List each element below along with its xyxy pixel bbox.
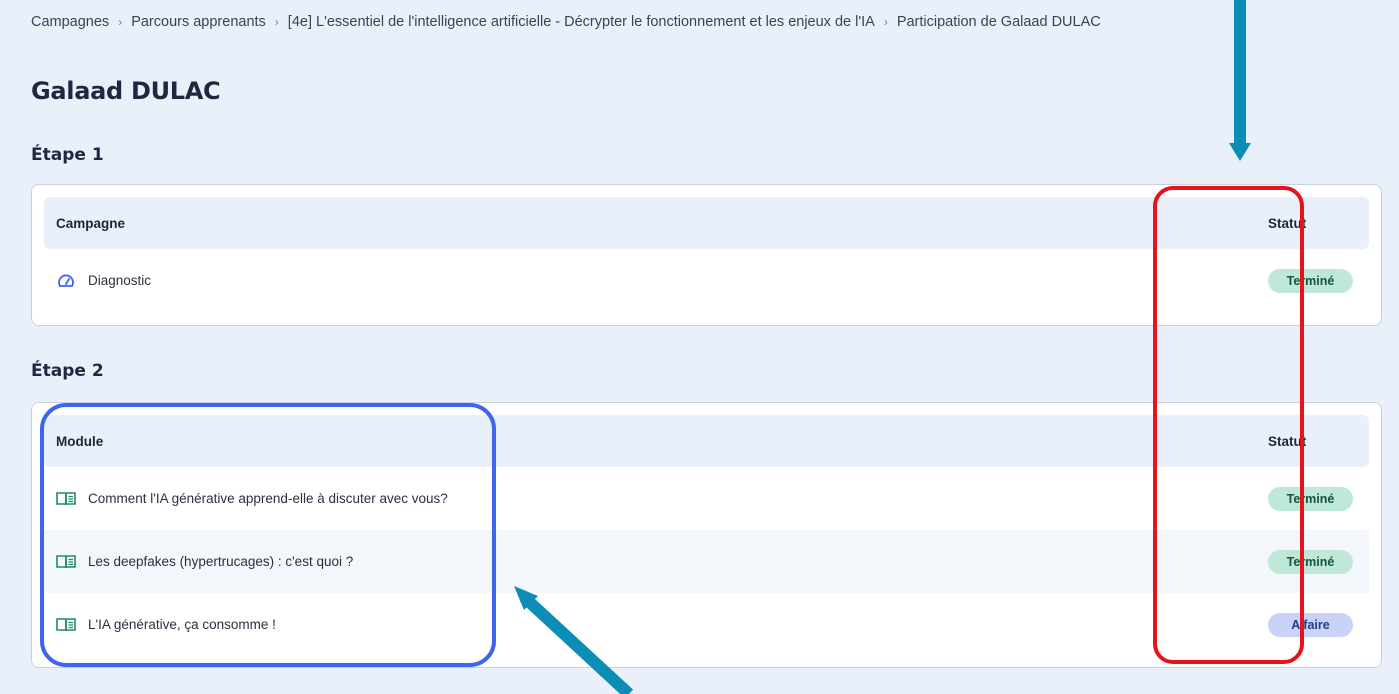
column-header-campagne: Campagne (56, 215, 126, 231)
step2-title: Étape 2 (31, 361, 104, 381)
breadcrumb-current: Participation de Galaad DULAC (896, 14, 1101, 30)
step1-title: Étape 1 (31, 145, 104, 165)
annotation-arrow-down (1229, 0, 1251, 161)
breadcrumb-separator: › (118, 15, 123, 29)
breadcrumb-separator: › (883, 15, 888, 29)
annotation-red-highlight (1153, 186, 1304, 664)
breadcrumb: Campagnes › Parcours apprenants › [4e] L… (31, 14, 1101, 30)
breadcrumb-campagnes[interactable]: Campagnes (31, 14, 109, 30)
breadcrumb-parcours-name[interactable]: [4e] L'essentiel de l'intelligence artif… (288, 14, 875, 30)
campaign-label: Diagnostic (88, 273, 152, 288)
breadcrumb-parcours-apprenants[interactable]: Parcours apprenants (131, 14, 266, 30)
campaign-link-diagnostic[interactable]: Diagnostic (56, 271, 151, 291)
breadcrumb-separator: › (274, 15, 279, 29)
page-title: Galaad DULAC (31, 77, 221, 105)
gauge-icon (56, 271, 76, 291)
annotation-blue-highlight (40, 403, 496, 667)
